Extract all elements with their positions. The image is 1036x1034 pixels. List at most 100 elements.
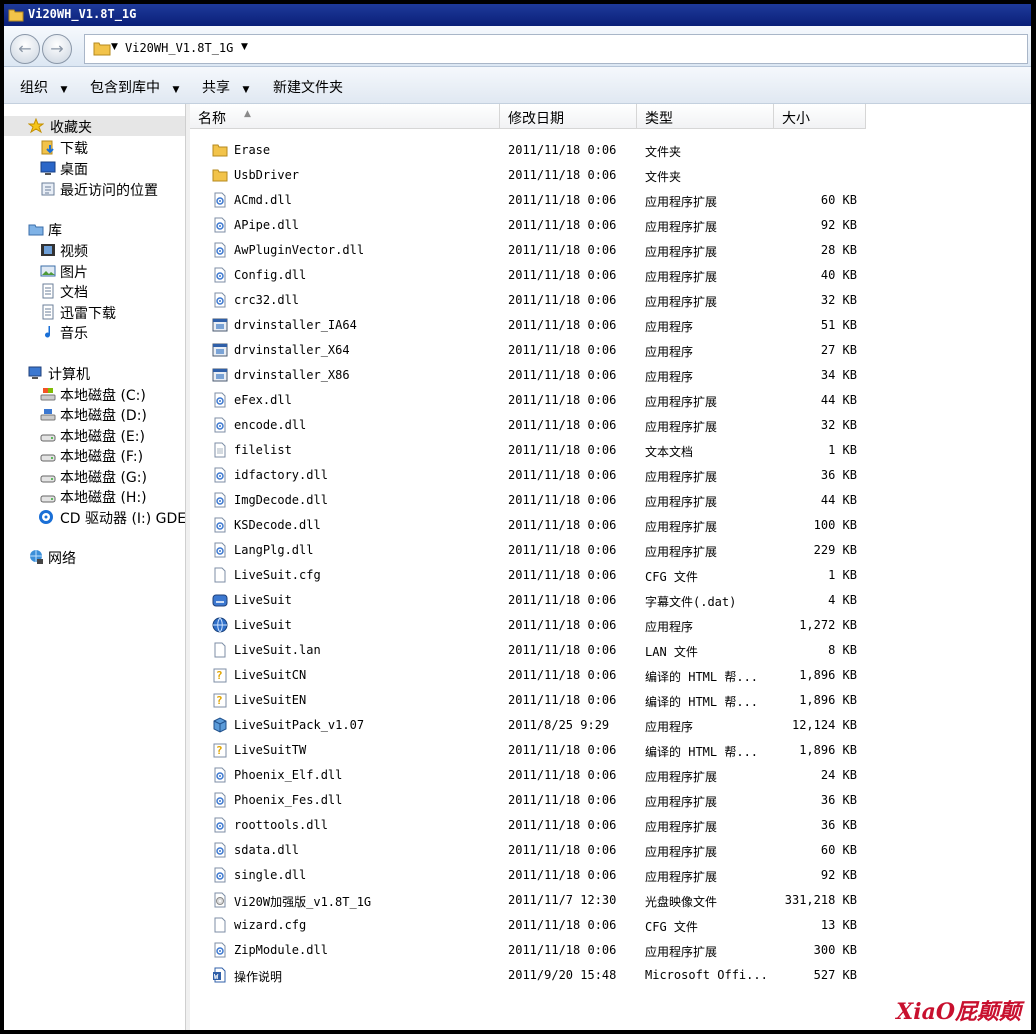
file-name: LiveSuitPack_v1.07 bbox=[234, 718, 365, 732]
file-row[interactable]: ? LiveSuitCN 2011/11/18 0:06 编译的 HTML 帮... 1… bbox=[190, 663, 890, 687]
file-date: 2011/11/18 0:06 bbox=[508, 568, 617, 582]
file-date: 2011/11/18 0:06 bbox=[508, 243, 617, 257]
file-name: drvinstaller_IA64 bbox=[234, 318, 357, 332]
dll-icon bbox=[214, 217, 226, 233]
watermark: XiaO屁颠颠 bbox=[896, 999, 1021, 1025]
file-row[interactable]: idfactory.dll 2011/11/18 0:06 应用程序扩展 36 KB bbox=[190, 463, 890, 487]
chevron-down-icon[interactable]: ▼ bbox=[241, 42, 248, 52]
dll-icon bbox=[214, 417, 226, 433]
file-row[interactable]: drvinstaller_X86 2011/11/18 0:06 应用程序 34 KB bbox=[190, 363, 890, 387]
new-folder-button[interactable]: 新建文件夹 bbox=[273, 77, 343, 97]
file-row[interactable]: eFex.dll 2011/11/18 0:06 应用程序扩展 44 KB bbox=[190, 388, 890, 412]
file-row[interactable]: Erase 2011/11/18 0:06 文件夹 bbox=[190, 138, 890, 162]
file-row[interactable]: drvinstaller_X64 2011/11/18 0:06 应用程序 27 KB bbox=[190, 338, 890, 362]
file-name: filelist bbox=[234, 443, 292, 457]
file-row[interactable]: crc32.dll 2011/11/18 0:06 应用程序扩展 32 KB bbox=[190, 288, 890, 312]
sort-ascending-icon: ▲ bbox=[244, 109, 251, 119]
forward-button[interactable]: → bbox=[42, 34, 72, 64]
blank-file-icon bbox=[214, 567, 226, 583]
file-row[interactable]: ACmd.dll 2011/11/18 0:06 应用程序扩展 60 KB bbox=[190, 188, 890, 212]
file-name: UsbDriver bbox=[234, 168, 300, 182]
column-header-type[interactable]: 类型 bbox=[637, 104, 774, 129]
file-name: Phoenix_Fes.dll bbox=[234, 793, 343, 807]
column-header-name[interactable]: 名称 ▲ bbox=[190, 104, 500, 129]
file-row[interactable]: filelist 2011/11/18 0:06 文本文档 1 KB bbox=[190, 438, 890, 462]
file-name: idfactory.dll bbox=[234, 468, 328, 482]
column-header-date[interactable]: 修改日期 bbox=[500, 104, 637, 129]
network-icon bbox=[30, 550, 43, 564]
chm-help-icon: ? bbox=[213, 693, 227, 708]
share-label: 共享 bbox=[202, 80, 230, 96]
file-row[interactable]: Vi20W加强版_v1.8T_1G 2011/11/7 12:30 光盘映像文件 33… bbox=[190, 888, 890, 912]
file-type: 应用程序扩展 bbox=[645, 495, 718, 509]
back-button[interactable]: ← bbox=[10, 34, 40, 64]
file-type: CFG 文件 bbox=[645, 570, 698, 584]
file-row[interactable]: LiveSuit 2011/11/18 0:06 应用程序 1,272 KB bbox=[190, 613, 890, 637]
file-type: 应用程序扩展 bbox=[645, 420, 718, 434]
file-date: 2011/11/18 0:06 bbox=[508, 768, 617, 782]
sidebar-computer-label: 计算机 bbox=[48, 367, 90, 383]
file-size: 51 KB bbox=[820, 318, 857, 332]
file-size: 92 KB bbox=[820, 218, 857, 232]
file-row[interactable]: LiveSuitPack_v1.07 2011/8/25 9:29 应用程序 12,1… bbox=[190, 713, 890, 737]
file-row[interactable]: LangPlg.dll 2011/11/18 0:06 应用程序扩展 229 KB bbox=[190, 538, 890, 562]
file-size: 1 KB bbox=[828, 568, 857, 582]
file-row[interactable]: roottools.dll 2011/11/18 0:06 应用程序扩展 36 KB bbox=[190, 813, 890, 837]
window-title: Vi20WH_V1.8T_1G bbox=[28, 7, 137, 21]
address-input[interactable]: ▼ Vi20WH_V1.8T_1G ▼ bbox=[84, 34, 1028, 64]
file-row[interactable]: drvinstaller_IA64 2011/11/18 0:06 应用程序 51 K… bbox=[190, 313, 890, 337]
file-row[interactable]: ? LiveSuitEN 2011/11/18 0:06 编译的 HTML 帮... 1… bbox=[190, 688, 890, 712]
file-size: 13 KB bbox=[820, 918, 857, 932]
file-row[interactable]: Phoenix_Fes.dll 2011/11/18 0:06 应用程序扩展 36 K… bbox=[190, 788, 890, 812]
file-row[interactable]: LiveSuit 2011/11/18 0:06 字幕文件(.dat) 4 KB bbox=[190, 588, 890, 612]
file-row[interactable]: Config.dll 2011/11/18 0:06 应用程序扩展 40 KB bbox=[190, 263, 890, 287]
file-row[interactable]: KSDecode.dll 2011/11/18 0:06 应用程序扩展 100 KB bbox=[190, 513, 890, 537]
file-name: APipe.dll bbox=[234, 218, 300, 232]
file-row[interactable]: LiveSuit.cfg 2011/11/18 0:06 CFG 文件 1 KB bbox=[190, 563, 890, 587]
share-menu[interactable]: 共享 ▼ bbox=[202, 77, 249, 97]
dll-icon bbox=[214, 867, 226, 883]
title-bar[interactable]: Vi20WH_V1.8T_1G bbox=[4, 4, 1031, 26]
file-row[interactable]: encode.dll 2011/11/18 0:06 应用程序扩展 32 KB bbox=[190, 413, 890, 437]
file-size: 24 KB bbox=[820, 768, 857, 782]
file-row[interactable]: ImgDecode.dll 2011/11/18 0:06 应用程序扩展 44 KB bbox=[190, 488, 890, 512]
dll-icon bbox=[214, 817, 226, 833]
column-header-size-label: 大小 bbox=[782, 111, 810, 127]
file-row[interactable]: APipe.dll 2011/11/18 0:06 应用程序扩展 92 KB bbox=[190, 213, 890, 237]
file-row[interactable]: sdata.dll 2011/11/18 0:06 应用程序扩展 60 KB bbox=[190, 838, 890, 862]
video-icon bbox=[41, 244, 55, 256]
sidebar-item-label: 音乐 bbox=[60, 326, 88, 342]
column-header-size[interactable]: 大小 bbox=[774, 104, 866, 129]
dll-icon bbox=[214, 842, 226, 858]
file-name: single.dll bbox=[234, 868, 307, 882]
file-date: 2011/11/18 0:06 bbox=[508, 318, 617, 332]
file-row[interactable]: AwPluginVector.dll 2011/11/18 0:06 应用程序扩展 2… bbox=[190, 238, 890, 262]
include-in-library-menu[interactable]: 包含到库中 ▼ bbox=[90, 77, 179, 97]
organize-menu[interactable]: 组织 ▼ bbox=[20, 77, 67, 97]
file-row[interactable]: UsbDriver 2011/11/18 0:06 文件夹 bbox=[190, 163, 890, 187]
file-row[interactable]: Phoenix_Elf.dll 2011/11/18 0:06 应用程序扩展 24 K… bbox=[190, 763, 890, 787]
file-row[interactable]: LiveSuit.lan 2011/11/18 0:06 LAN 文件 8 KB bbox=[190, 638, 890, 662]
file-size: 36 KB bbox=[820, 793, 857, 807]
chevron-down-icon[interactable]: ▼ bbox=[111, 42, 118, 52]
file-size: 1,896 KB bbox=[799, 668, 857, 682]
file-size: 1,896 KB bbox=[799, 743, 857, 757]
file-type: 应用程序扩展 bbox=[645, 795, 718, 809]
file-row[interactable]: ZipModule.dll 2011/11/18 0:06 应用程序扩展 300 KB bbox=[190, 938, 890, 962]
sidebar-item-label: 下载 bbox=[60, 141, 88, 157]
file-row[interactable]: W 操作说明 2011/9/20 15:48 Microsoft Offi... 527… bbox=[190, 963, 890, 987]
installer-box-icon bbox=[213, 717, 227, 733]
file-size: 1 KB bbox=[828, 443, 857, 457]
file-size: 34 KB bbox=[820, 368, 857, 382]
file-name: KSDecode.dll bbox=[234, 518, 321, 532]
documents-icon bbox=[42, 304, 54, 320]
file-row[interactable]: ? LiveSuitTW 2011/11/18 0:06 编译的 HTML 帮... 1… bbox=[190, 738, 890, 762]
sidebar-favorites[interactable]: 收藏夹 bbox=[4, 116, 185, 136]
file-row[interactable]: single.dll 2011/11/18 0:06 应用程序扩展 92 KB bbox=[190, 863, 890, 887]
sidebar-libraries-label: 库 bbox=[48, 223, 62, 239]
file-type: 应用程序 bbox=[645, 720, 694, 734]
sidebar-item-cd-drive[interactable]: CD 驱动器 (I:) GDE bbox=[38, 507, 185, 527]
file-type: CFG 文件 bbox=[645, 920, 698, 934]
file-row[interactable]: wizard.cfg 2011/11/18 0:06 CFG 文件 13 KB bbox=[190, 913, 890, 937]
breadcrumb[interactable]: Vi20WH_V1.8T_1G bbox=[125, 41, 233, 55]
